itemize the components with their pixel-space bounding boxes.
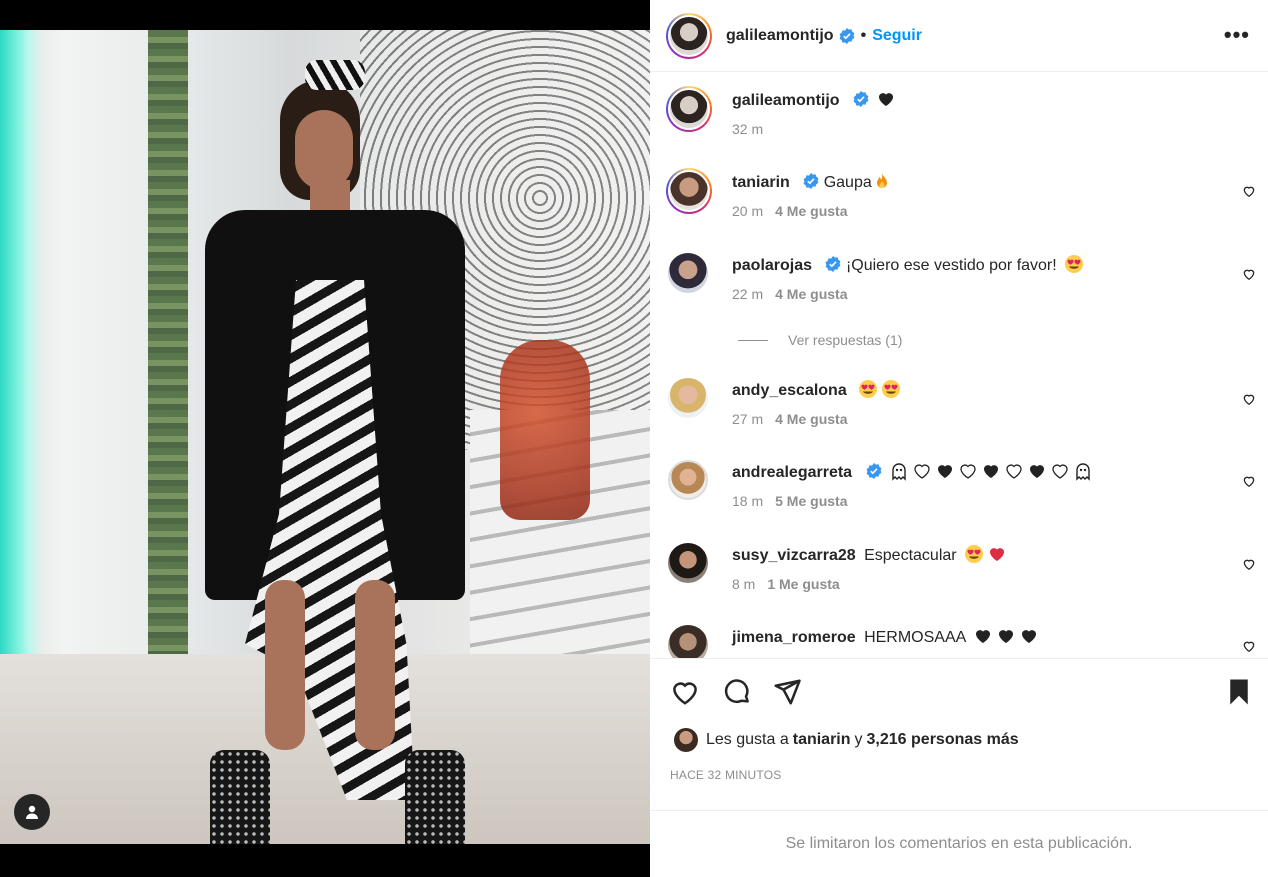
likes-summary: Les gusta a taniarin y 3,216 personas má… [674,728,1023,752]
comment-text: HERMOSAAA [864,629,966,646]
verified-badge-icon [825,256,841,272]
author-username[interactable]: galileamontijo [726,27,834,45]
comment-avatar[interactable] [666,168,712,214]
comment-likes[interactable]: 4 Me gusta [775,286,847,302]
post-header: galileamontijo • Seguir ••• [650,0,1268,72]
ghost-emoji [892,463,906,481]
comment-avatar[interactable] [668,460,708,500]
comment-likes[interactable]: 5 Me gusta [775,493,847,509]
like-comment-heart-icon[interactable] [1242,267,1256,281]
comment-text: Espectacular [864,547,957,564]
follow-button[interactable]: Seguir [872,27,922,45]
more-options-button[interactable]: ••• [1224,22,1250,48]
likes-middle: y [854,731,863,748]
white-heart-emoji [1006,464,1022,479]
comment-time: 18 m [732,493,764,509]
comment-username[interactable]: paolarojas [732,257,812,274]
comments-list: galileamontijo 32 m taniarin Gaupa 20 m … [650,72,1268,658]
tagged-user-icon[interactable] [14,794,50,830]
comment-item: andy_escalona 27 m 4 Me gusta [650,376,1268,427]
comment-item: jimena_romeroe HERMOSAAA [650,623,1268,658]
comment-item: susy_vizcarra28 Espectacular 8 m 1 Me gus… [650,541,1268,592]
post-sidebar: galileamontijo • Seguir ••• galileamonti… [650,0,1268,877]
black-heart-emoji [998,630,1013,643]
heart-eyes-emoji [965,545,984,563]
comment-item: andrealegarreta 18 m 5 Me gusta [650,458,1268,509]
comment-username[interactable]: jimena_romeroe [732,629,856,646]
comment-username[interactable]: susy_vizcarra28 [732,547,856,564]
caption: galileamontijo 32 m [650,86,1268,137]
author-avatar[interactable] [666,12,712,59]
like-comment-heart-icon[interactable] [1242,392,1256,406]
comment-item: taniarin Gaupa 20 m 4 Me gusta [650,168,1268,219]
like-comment-heart-icon[interactable] [1242,474,1256,488]
likes-prefix: Les gusta a [706,731,789,748]
comment-avatar[interactable] [668,378,708,418]
comment-username[interactable]: andy_escalona [732,382,847,399]
separator-dot: • [860,26,867,44]
verified-badge-icon [853,91,869,107]
comment-time: 8 m [732,576,756,592]
share-icon[interactable] [772,677,802,707]
red-heart-emoji [990,548,1005,561]
comment-time: 27 m [732,411,764,427]
black-heart-emoji [879,93,894,106]
black-heart-emoji [1021,630,1036,643]
comment-avatar[interactable] [668,625,708,658]
comment-username[interactable]: andrealegarreta [732,464,852,481]
bookmark-icon[interactable] [1224,677,1254,707]
black-heart-emoji [1029,465,1044,478]
like-comment-heart-icon[interactable] [1242,639,1256,653]
post-timestamp[interactable]: HACE 32 MINUTOS [670,768,781,782]
comment-time: 20 m [732,203,764,219]
fire-emoji [876,173,887,188]
comment-likes[interactable]: 1 Me gusta [767,576,839,592]
verified-badge-icon [866,463,882,479]
heart-eyes-emoji [1065,255,1084,273]
caption-time: 32 m [732,121,764,137]
view-replies-label: Ver respuestas (1) [788,332,903,348]
comments-limited-notice: Se limitaron los comentarios en esta pub… [650,810,1268,877]
heart-eyes-emoji [882,380,901,398]
liker-username[interactable]: taniarin [793,731,851,749]
view-replies-button[interactable]: Ver respuestas (1) [738,332,902,348]
caption-username[interactable]: galileamontijo [732,92,840,109]
heart-icon[interactable] [670,677,700,707]
action-bar [650,658,1268,710]
comment-avatar[interactable] [668,543,708,583]
ghost-emoji [1076,463,1090,481]
comment-text: ¡Quiero ese vestido por favor! [845,257,1057,274]
white-heart-emoji [1052,464,1068,479]
comment-time: 22 m [732,286,764,302]
caption-avatar[interactable] [666,86,712,132]
comment-likes[interactable]: 4 Me gusta [775,203,847,219]
black-heart-emoji [975,630,990,643]
comment-avatar[interactable] [668,253,708,293]
post-photo[interactable] [0,30,650,844]
photo-subject [205,60,465,844]
comment-item: paolarojas ¡Quiero ese vestido por favor… [650,251,1268,302]
verified-badge-icon [803,173,819,189]
post-viewer: galileamontijo • Seguir ••• galileamonti… [0,0,1268,877]
black-heart-emoji [937,465,952,478]
comment-icon[interactable] [722,677,752,707]
comment-username[interactable]: taniarin [732,174,790,191]
comment-text: Gaupa [823,174,872,191]
like-comment-heart-icon[interactable] [1242,184,1256,198]
white-heart-emoji [914,464,930,479]
heart-eyes-emoji [859,380,878,398]
likes-count[interactable]: 3,216 personas más [867,731,1019,749]
comment-likes[interactable]: 4 Me gusta [775,411,847,427]
verified-badge-icon [839,27,855,44]
post-media [0,0,650,877]
white-heart-emoji [960,464,976,479]
like-comment-heart-icon[interactable] [1242,557,1256,571]
black-heart-emoji [983,465,998,478]
liker-avatar[interactable] [674,728,698,752]
